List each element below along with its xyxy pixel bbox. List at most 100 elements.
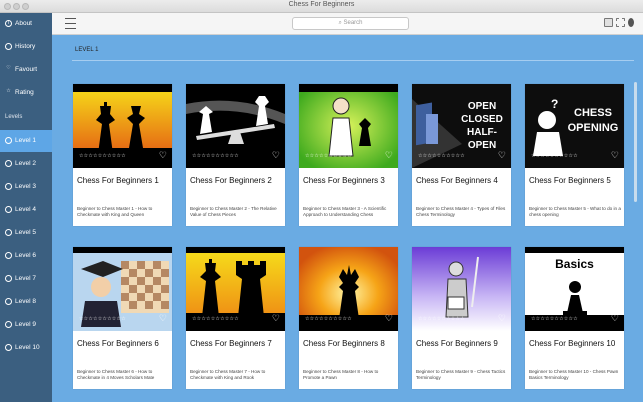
sidebar-item-level-6[interactable]: Level 6 xyxy=(0,245,52,267)
favorite-heart-icon[interactable]: ♡ xyxy=(159,313,167,324)
card-title: Chess For Beginners 2 xyxy=(190,176,272,185)
card-description: Beginner to Chess Master 1 - How to Chec… xyxy=(77,206,153,217)
sidebar-item-level-4[interactable]: Level 4 xyxy=(0,199,52,221)
lesson-card-9[interactable]: ☆☆☆☆☆☆☆☆☆☆ ♡ Chess For Beginners 9 Begin… xyxy=(412,247,511,389)
page-title: LEVEL 1 xyxy=(75,47,99,53)
lesson-card-2[interactable]: ☆☆☆☆☆☆☆☆☆☆ ♡ Chess For Beginners 2 Begin… xyxy=(186,84,285,226)
star-rating[interactable]: ☆☆☆☆☆☆☆☆☆☆ xyxy=(531,316,578,322)
search-input[interactable]: ⌕ Search xyxy=(292,17,409,30)
info-icon: i xyxy=(5,20,12,27)
favorite-heart-icon[interactable]: ♡ xyxy=(272,150,280,161)
card-description: Beginner to Chess Master 3 - A Scientifi… xyxy=(303,206,387,217)
menu-icon[interactable] xyxy=(65,18,76,29)
card-title: Chess For Beginners 6 xyxy=(77,339,159,348)
star-rating[interactable]: ☆☆☆☆☆☆☆☆☆☆ xyxy=(79,153,126,159)
lesson-card-3[interactable]: ☆☆☆☆☆☆☆☆☆☆ ♡ Chess For Beginners 3 Begin… xyxy=(299,84,398,226)
favorite-heart-icon[interactable]: ♡ xyxy=(159,150,167,161)
star-rating[interactable]: ☆☆☆☆☆☆☆☆☆☆ xyxy=(305,316,352,322)
level-icon xyxy=(5,183,12,190)
sidebar-item-label: History xyxy=(15,43,36,50)
star-icon: ☆ xyxy=(6,88,11,94)
art-caption: OPEN CLOSED HALF-OPEN xyxy=(461,101,503,151)
star-rating[interactable]: ☆☆☆☆☆☆☆☆☆☆ xyxy=(79,316,126,322)
sidebar: i About History ♡ Favourt ☆ Rating Levels L… xyxy=(0,13,52,402)
grid-view-icon[interactable] xyxy=(604,18,613,27)
star-rating[interactable]: ☆☆☆☆☆☆☆☆☆☆ xyxy=(418,153,465,159)
sidebar-item-level-2[interactable]: Level 2 xyxy=(0,153,52,175)
card-title: Chess For Beginners 1 xyxy=(77,176,159,185)
star-rating[interactable]: ☆☆☆☆☆☆☆☆☆☆ xyxy=(531,153,578,159)
card-title: Chess For Beginners 3 xyxy=(303,176,385,185)
level-icon xyxy=(5,275,12,282)
card-description: Beginner to Chess Master 5 - What to do … xyxy=(529,206,621,217)
main-content: LEVEL 1 ☆☆☆☆☆☆☆☆☆☆ ♡ Chess For Beginners… xyxy=(58,36,638,402)
star-rating[interactable]: ☆☆☆☆☆☆☆☆☆☆ xyxy=(192,153,239,159)
sidebar-item-label: Level 9 xyxy=(15,321,36,328)
favorite-heart-icon[interactable]: ♡ xyxy=(385,150,393,161)
lesson-card-10[interactable]: Basics ☆☆☆☆☆☆☆☆☆☆ ♡ Chess For Beginners … xyxy=(525,247,624,389)
sidebar-item-rating[interactable]: ☆ Rating xyxy=(0,82,52,104)
art-caption: CHESS OPENING xyxy=(567,107,619,134)
card-description: Beginner to Chess Master 8 - How to Prom… xyxy=(303,369,379,380)
level-icon xyxy=(5,206,12,213)
star-rating[interactable]: ☆☆☆☆☆☆☆☆☆☆ xyxy=(305,153,352,159)
sidebar-item-level-10[interactable]: Level 10 xyxy=(0,337,52,359)
list-view-icon[interactable] xyxy=(616,18,625,27)
lesson-card-1[interactable]: ☆☆☆☆☆☆☆☆☆☆ ♡ Chess For Beginners 1 Begin… xyxy=(73,84,172,226)
svg-text:?: ? xyxy=(551,97,558,111)
favorite-heart-icon[interactable]: ♡ xyxy=(611,150,619,161)
sidebar-item-about[interactable]: i About xyxy=(0,13,52,35)
card-description: Beginner to Chess Master 9 - Chess Tacti… xyxy=(416,369,506,380)
sidebar-item-label: Level 5 xyxy=(15,229,36,236)
star-rating[interactable]: ☆☆☆☆☆☆☆☆☆☆ xyxy=(418,316,465,322)
search-placeholder: Search xyxy=(343,20,363,26)
level-icon xyxy=(5,229,12,236)
card-title: Chess For Beginners 7 xyxy=(190,339,272,348)
sidebar-item-level-9[interactable]: Level 9 xyxy=(0,314,52,336)
card-description: Beginner to Chess Master 6 - How to Chec… xyxy=(77,369,155,380)
level-icon xyxy=(5,252,12,259)
card-description: Beginner to Chess Master 4 - Types of Fi… xyxy=(416,206,506,217)
favorite-heart-icon[interactable]: ♡ xyxy=(611,313,619,324)
sidebar-item-level-3[interactable]: Level 3 xyxy=(0,176,52,198)
card-title: Chess For Beginners 4 xyxy=(416,176,498,185)
card-description: Beginner to Chess Master 10 - Chess Pawn… xyxy=(529,369,619,380)
sidebar-item-label: Favourt xyxy=(15,66,38,73)
sidebar-item-level-7[interactable]: Level 7 xyxy=(0,268,52,290)
sidebar-item-level-8[interactable]: Level 8 xyxy=(0,291,52,313)
sidebar-item-label: Level 6 xyxy=(15,252,36,259)
sidebar-item-label: Rating xyxy=(15,89,34,96)
sidebar-item-level-1[interactable]: Level 1 xyxy=(0,130,52,152)
history-icon xyxy=(5,43,12,50)
star-rating[interactable]: ☆☆☆☆☆☆☆☆☆☆ xyxy=(192,316,239,322)
favorite-heart-icon[interactable]: ♡ xyxy=(385,313,393,324)
favorite-heart-icon[interactable]: ♡ xyxy=(498,313,506,324)
info-toggle-icon[interactable] xyxy=(628,18,634,27)
lesson-card-8[interactable]: ☆☆☆☆☆☆☆☆☆☆ ♡ Chess For Beginners 8 Begin… xyxy=(299,247,398,389)
levels-section-label: Levels xyxy=(5,114,23,120)
divider xyxy=(72,60,634,61)
sidebar-item-label: Level 1 xyxy=(15,137,36,144)
card-title: Chess For Beginners 5 xyxy=(529,176,611,185)
sidebar-item-history[interactable]: History xyxy=(0,36,52,58)
sidebar-item-label: Level 7 xyxy=(15,275,36,282)
lesson-card-7[interactable]: ☆☆☆☆☆☆☆☆☆☆ ♡ Chess For Beginners 7 Begin… xyxy=(186,247,285,389)
lesson-card-5[interactable]: ? CHESS OPENING ☆☆☆☆☆☆☆☆☆☆ ♡ Chess For B… xyxy=(525,84,624,226)
scrollbar[interactable] xyxy=(634,82,637,202)
favorite-heart-icon[interactable]: ♡ xyxy=(272,313,280,324)
sidebar-item-label: Level 4 xyxy=(15,206,36,213)
sidebar-item-label: Level 2 xyxy=(15,160,36,167)
lesson-card-4[interactable]: OPEN CLOSED HALF-OPEN ☆☆☆☆☆☆☆☆☆☆ ♡ Chess… xyxy=(412,84,511,226)
sidebar-item-favourt[interactable]: ♡ Favourt xyxy=(0,59,52,81)
favorite-heart-icon[interactable]: ♡ xyxy=(498,150,506,161)
app-window: Chess For Beginners ⌕ Search i About Hist… xyxy=(0,0,643,402)
level-icon xyxy=(5,160,12,167)
sidebar-item-label: Level 10 xyxy=(15,344,40,351)
card-title: Chess For Beginners 10 xyxy=(529,339,616,348)
card-description: Beginner to Chess Master 7 - How to Chec… xyxy=(190,369,266,380)
level-icon xyxy=(5,321,12,328)
toolbar: ⌕ Search xyxy=(52,13,643,35)
art-caption: Basics xyxy=(555,257,594,271)
sidebar-item-level-5[interactable]: Level 5 xyxy=(0,222,52,244)
lesson-card-6[interactable]: ☆☆☆☆☆☆☆☆☆☆ ♡ Chess For Beginners 6 Begin… xyxy=(73,247,172,389)
